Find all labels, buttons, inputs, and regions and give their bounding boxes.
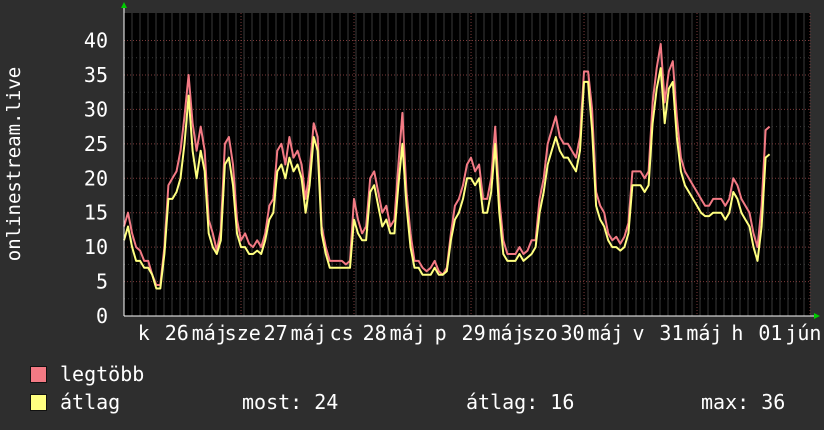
x-tick-label: máj xyxy=(192,321,228,345)
y-tick-labels: 0 5 10 15 20 25 30 35 40 xyxy=(84,29,108,328)
x-tick-label: máj xyxy=(489,321,525,345)
x-tick-label: szo xyxy=(521,321,557,345)
y-axis-label: onlinestream.live xyxy=(3,66,25,262)
x-tick-label: sze xyxy=(225,321,261,345)
legend-item-max: legtöbb xyxy=(30,362,144,386)
y-tick-label: 20 xyxy=(84,166,108,190)
x-tick-label: máj xyxy=(587,321,623,345)
x-tick-label: cs xyxy=(330,321,354,345)
stat-now: most: 24 xyxy=(242,390,339,414)
x-axis-arrow xyxy=(814,313,820,319)
x-tick-label: jún xyxy=(785,321,821,345)
y-tick-label: 5 xyxy=(96,270,108,294)
x-tick-label: k xyxy=(138,321,150,345)
x-tick-labels: k 26 májsze 27 máj cs 28 máj p 29 májszo 30 máj v 31 má… xyxy=(138,321,822,345)
x-tick-label: v xyxy=(632,321,644,345)
legend-swatch-avg xyxy=(30,393,47,411)
legend-item-avg: átlag xyxy=(30,390,120,414)
x-tick-label: máj xyxy=(291,321,327,345)
x-tick-label: 28 xyxy=(363,321,387,345)
x-tick-label: 27 xyxy=(264,321,288,345)
legend-label-max: legtöbb xyxy=(60,362,145,386)
stat-avg: átlag: 16 xyxy=(466,390,575,414)
x-tick-label: máj xyxy=(390,321,426,345)
x-tick-label: 26 xyxy=(165,321,189,345)
stat-max: max: 36 xyxy=(701,390,786,414)
y-tick-label: 15 xyxy=(84,201,108,225)
y-tick-label: 10 xyxy=(84,235,108,259)
x-tick-label: 01 xyxy=(758,321,782,345)
legend-swatch-max xyxy=(30,365,47,383)
y-axis-arrow xyxy=(121,2,127,8)
y-tick-label: 0 xyxy=(96,304,108,328)
y-tick-label: 30 xyxy=(84,97,108,121)
x-tick-label: máj xyxy=(686,321,722,345)
x-tick-label: p xyxy=(435,321,447,345)
x-tick-label: 30 xyxy=(560,321,584,345)
y-tick-label: 40 xyxy=(84,29,108,53)
x-tick-label: h xyxy=(731,321,743,345)
y-tick-label: 25 xyxy=(84,132,108,156)
legend-label-avg: átlag xyxy=(60,390,121,414)
x-tick-label: 31 xyxy=(659,321,683,345)
x-tick-label: 29 xyxy=(462,321,486,345)
y-tick-label: 35 xyxy=(84,63,108,87)
